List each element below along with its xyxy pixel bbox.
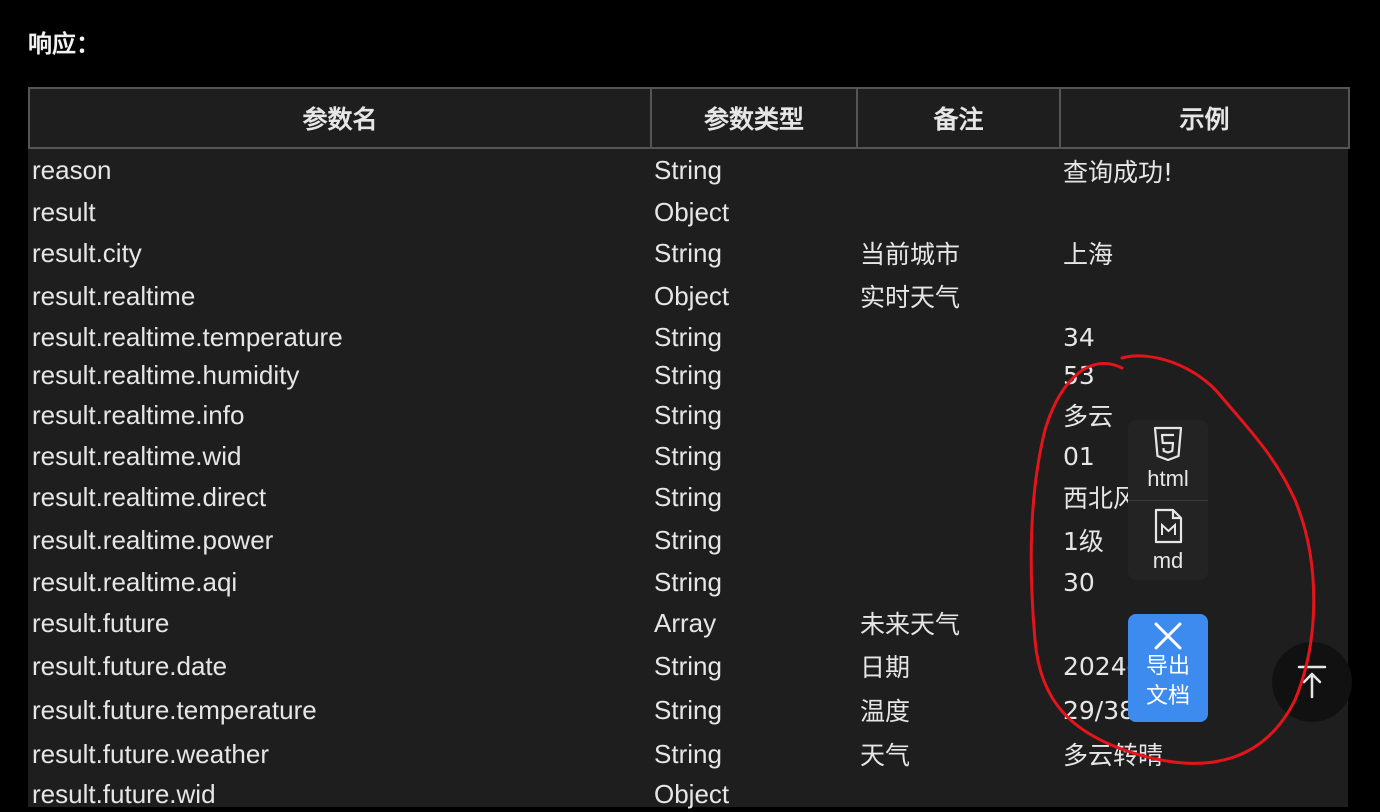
markdown-file-icon [1154,508,1183,544]
back-to-top-button[interactable] [1272,642,1352,722]
export-html-label: html [1147,466,1189,491]
remark-cell: 实时天气 [860,283,961,312]
remark-cell [857,476,1060,518]
param-type-cell: String [654,481,722,512]
param-name-cell: result.city [32,237,142,268]
remark-cell: 当前城市 [860,240,961,269]
param-type-cell: String [654,566,722,597]
table-header-row: 参数名 参数类型 备注 示例 [28,87,1350,149]
header-param-type: 参数类型 [650,87,858,149]
export-document-button[interactable]: 导出 文档 [1128,614,1208,722]
param-name-cell: result.future.temperature [32,694,317,725]
param-type-cell: String [654,738,722,769]
param-type-cell: Object [654,196,730,227]
remark-cell [857,148,1060,192]
example-cell: 多云转晴 [1063,741,1164,770]
example-cell: 上海 [1063,240,1114,269]
export-format-menu: html md [1128,420,1208,580]
remark-cell [857,394,1060,436]
remark-cell: 温度 [860,697,911,726]
header-example: 示例 [1059,87,1350,149]
param-name-cell: result.realtime.humidity [32,359,300,390]
param-name-cell: result.realtime [32,280,196,311]
html5-icon [1153,426,1183,462]
param-type-cell: Array [654,607,717,638]
param-name-cell: result.realtime.wid [32,440,242,471]
param-type-cell: String [654,359,722,390]
param-type-cell: String [654,321,722,352]
remark-cell [857,436,1060,476]
export-document-label: 导出 文档 [1145,654,1190,709]
param-name-cell: reason [32,155,112,185]
example-cell: 查询成功! [1063,157,1174,187]
remark-cell: 天气 [860,741,911,770]
table-row: result.city String 当前城市 上海 [29,232,1349,274]
remark-cell [857,776,1060,812]
param-name-cell: result.realtime.info [32,399,245,430]
example-cell [1060,192,1349,232]
param-name-cell: result.realtime.power [32,524,274,555]
table-row: result.future.wid Object [29,776,1349,812]
param-type-cell: String [654,694,722,725]
remark-cell: 日期 [860,653,911,682]
header-remark: 备注 [856,87,1061,149]
param-type-cell: String [654,440,722,471]
param-type-cell: Object [654,778,730,809]
menu-divider [1128,500,1208,501]
export-md-option[interactable]: md [1128,502,1208,582]
param-name-cell: result [32,196,96,227]
param-name-cell: result.future.wid [32,778,216,809]
table-row: result.realtime.temperature String 34 [29,318,1349,356]
remark-cell [857,518,1060,562]
example-cell: 53 [1063,360,1095,390]
param-name-cell: result.future.date [32,650,228,681]
export-html-option[interactable]: html [1128,420,1208,500]
remark-cell: 未来天气 [860,610,961,639]
param-name-cell: result.future [32,607,170,638]
remark-cell [857,562,1060,602]
arrow-up-to-top-icon [1297,665,1327,699]
param-name-cell: result.realtime.temperature [32,321,343,352]
example-cell [1060,776,1349,812]
close-icon [1154,622,1182,650]
param-type-cell: Object [654,280,730,311]
param-name-cell: result.realtime.direct [32,481,267,512]
param-type-cell: String [654,155,722,185]
param-type-cell: String [654,650,722,681]
export-md-label: md [1152,548,1184,573]
remark-cell [857,192,1060,232]
param-name-cell: result.future.weather [32,738,270,769]
table-row: result.future.weather String 天气 多云转晴 [29,732,1349,776]
example-cell [1060,274,1349,318]
table-row: result Object [29,192,1349,232]
example-cell: 34 [1063,322,1095,352]
table-row: result.realtime Object 实时天气 [29,274,1349,318]
param-name-cell: result.realtime.aqi [32,566,238,597]
param-type-cell: String [654,399,722,430]
table-row: result.realtime.humidity String 53 [29,356,1349,394]
section-title: 响应： [28,30,100,58]
header-param-name: 参数名 [28,87,652,149]
param-type-cell: String [654,237,722,268]
remark-cell [857,318,1060,356]
table-row: reason String 查询成功! [29,148,1349,192]
remark-cell [857,356,1060,394]
param-type-cell: String [654,524,722,555]
